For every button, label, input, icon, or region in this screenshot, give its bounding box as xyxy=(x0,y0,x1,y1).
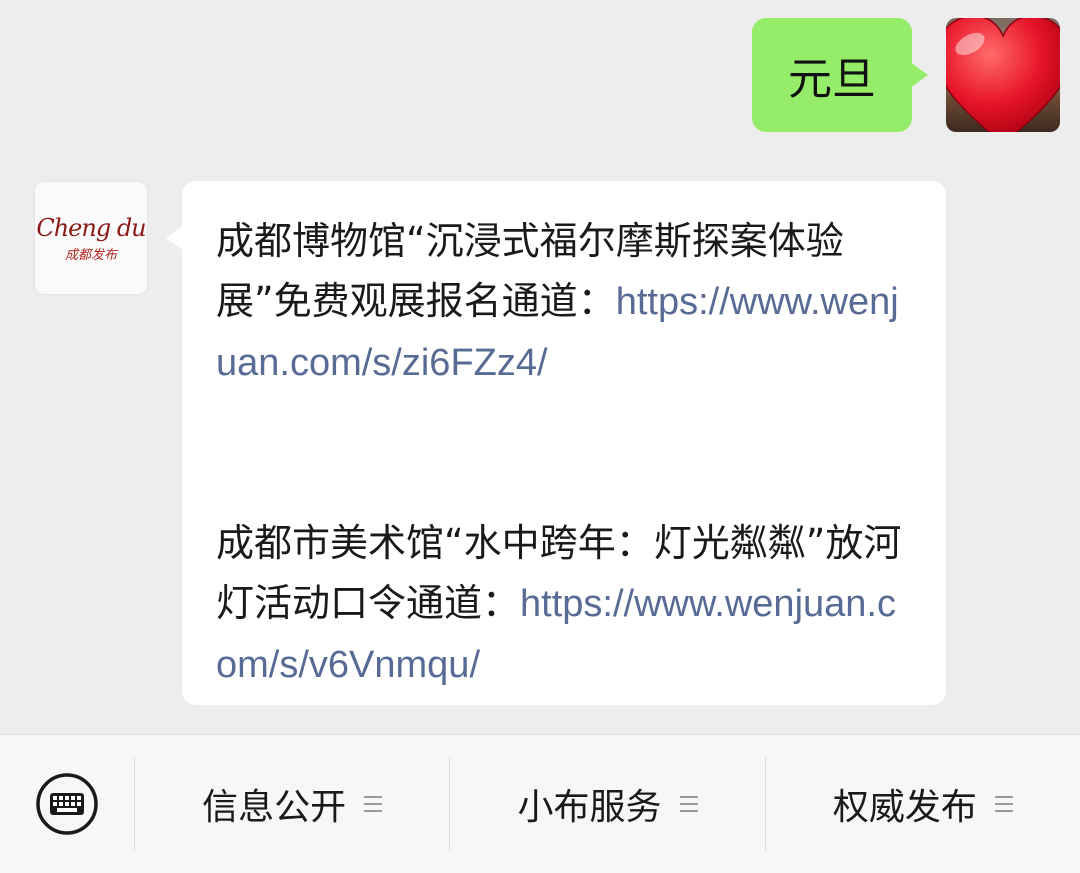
menu-lines-icon xyxy=(364,796,383,812)
menu-item-official-release[interactable]: 权威发布 xyxy=(764,757,1080,851)
message-paragraph-2: 成都市美术馆“水中跨年：灯光粼粼”放河灯活动口令通道：https://www.w… xyxy=(216,513,914,695)
my-avatar[interactable] xyxy=(946,18,1060,132)
outgoing-message-text: 元旦 xyxy=(788,54,876,105)
avatar-logo-text: Cheng du xyxy=(36,213,146,242)
menu-item-services[interactable]: 小布服务 xyxy=(449,757,764,851)
bottom-menu-bar: 信息公开 小布服务 权威发布 xyxy=(0,734,1080,873)
menu-item-label: 信息公开 xyxy=(202,787,347,828)
menu-lines-icon xyxy=(994,796,1013,812)
menu-item-info-disclosure[interactable]: 信息公开 xyxy=(134,757,449,851)
message-paragraph-1: 成都博物馆“沉浸式福尔摩斯探案体验展”免费观展报名通道：https://www.… xyxy=(216,211,914,393)
menu-item-label: 小布服务 xyxy=(517,787,662,828)
outgoing-message-row: 元旦 xyxy=(752,18,1060,132)
avatar-logo-subtext: 成都发布 xyxy=(64,247,117,263)
menu-item-label: 权威发布 xyxy=(832,787,977,828)
incoming-message-bubble[interactable]: 成都博物馆“沉浸式福尔摩斯探案体验展”免费观展报名通道：https://www.… xyxy=(166,181,946,705)
heart-icon xyxy=(946,18,1060,132)
outgoing-message-bubble[interactable]: 元旦 xyxy=(752,18,928,132)
chengdu-release-avatar[interactable]: Cheng du 成都发布 xyxy=(34,181,148,295)
keyboard-toggle-button[interactable] xyxy=(0,735,134,873)
menu-lines-icon xyxy=(679,796,698,812)
keyboard-icon xyxy=(36,773,98,835)
incoming-message-row: Cheng du 成都发布 成都博物馆“沉浸式福尔摩斯探案体验展”免费观展报名通… xyxy=(34,181,946,705)
